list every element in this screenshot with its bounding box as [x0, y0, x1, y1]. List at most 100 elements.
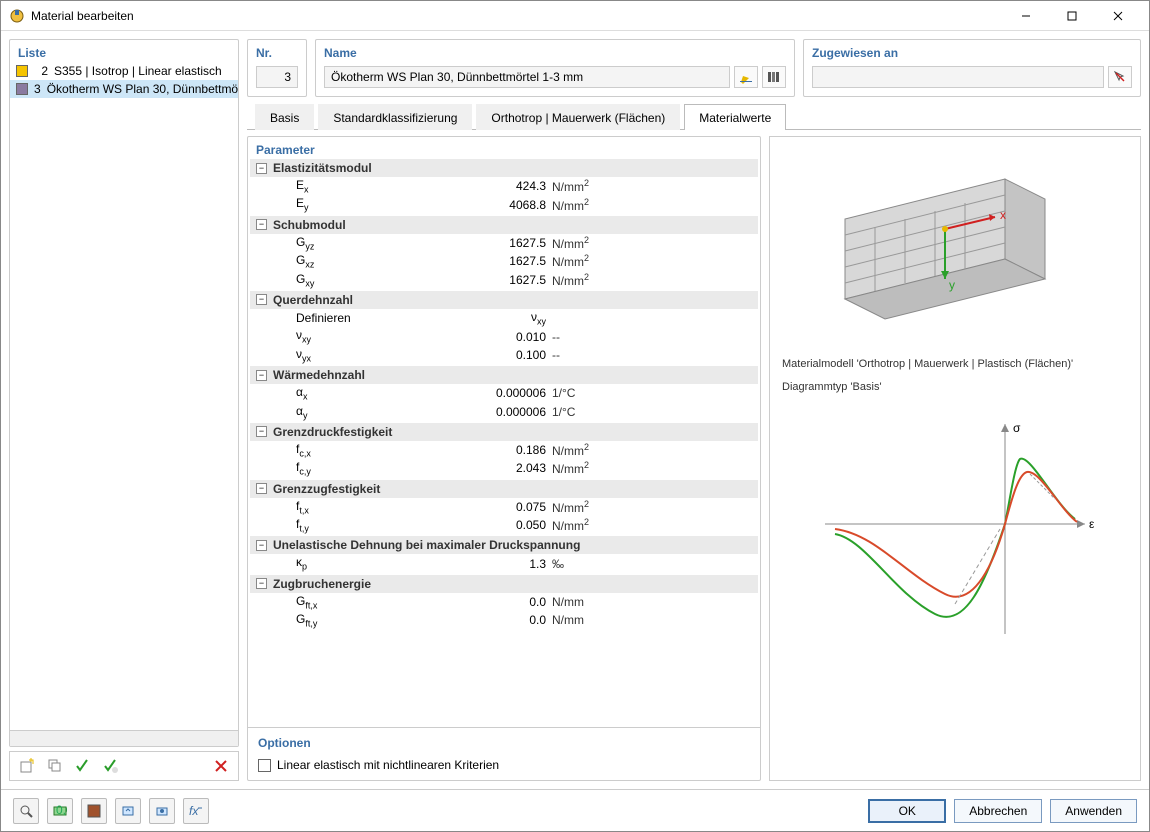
param-group-header[interactable]: −Wärmedehnzahl: [250, 366, 758, 384]
group-name: Grenzdruckfestigkeit: [273, 425, 392, 439]
param-row[interactable]: Gyz1627.5N/mm2: [250, 234, 758, 252]
collapse-icon[interactable]: −: [256, 426, 267, 437]
param-group-header[interactable]: −Zugbruchenergie: [250, 575, 758, 593]
check-b-icon[interactable]: [100, 755, 122, 777]
param-row[interactable]: Gft,x0.0N/mm: [250, 593, 758, 611]
tool-color-icon[interactable]: [81, 798, 107, 824]
param-group-header[interactable]: −Grenzdruckfestigkeit: [250, 423, 758, 441]
pick-assigned-icon[interactable]: [1108, 66, 1132, 88]
tab-standardklassifizierung[interactable]: Standardklassifizierung: [318, 104, 472, 130]
list-item-num: 2: [34, 64, 48, 78]
param-row[interactable]: αx0.0000061/°C: [250, 384, 758, 402]
collapse-icon[interactable]: −: [256, 370, 267, 381]
param-name: Ex: [292, 178, 442, 194]
collapse-icon[interactable]: −: [256, 483, 267, 494]
edit-name-icon[interactable]: [734, 66, 758, 88]
tool-fx-icon[interactable]: fx: [183, 798, 209, 824]
close-button[interactable]: [1095, 1, 1141, 31]
ok-button[interactable]: OK: [868, 799, 946, 823]
group-name: Elastizitätsmodul: [273, 161, 372, 175]
group-name: Zugbruchenergie: [273, 577, 371, 591]
param-value[interactable]: 0.0: [442, 595, 552, 609]
new-item-icon[interactable]: [16, 755, 38, 777]
name-field[interactable]: Ökotherm WS Plan 30, Dünnbettmörtel 1-3 …: [324, 66, 730, 88]
param-value[interactable]: 1627.5: [442, 254, 552, 268]
param-value[interactable]: 0.000006: [442, 386, 552, 400]
tab-materialwerte[interactable]: Materialwerte: [684, 104, 786, 130]
param-row[interactable]: Gft,y0.0N/mm: [250, 611, 758, 629]
library-icon[interactable]: [762, 66, 786, 88]
material-list-panel: Liste 2S355 | Isotrop | Linear elastisch…: [9, 39, 239, 747]
param-group-header[interactable]: −Unelastische Dehnung bei maximaler Druc…: [250, 536, 758, 554]
tool-units-icon[interactable]: 0,00: [47, 798, 73, 824]
param-row[interactable]: Gxy1627.5N/mm2: [250, 271, 758, 289]
list-hscrollbar[interactable]: [10, 730, 238, 746]
param-row[interactable]: ft,y0.050N/mm2: [250, 516, 758, 534]
color-swatch: [16, 65, 28, 77]
group-name: Wärmedehnzahl: [273, 368, 365, 382]
param-row[interactable]: νxy0.010--: [250, 327, 758, 345]
options-title: Optionen: [258, 736, 750, 750]
parameter-tree[interactable]: −ElastizitätsmodulEx424.3N/mm2Ey4068.8N/…: [248, 159, 760, 727]
list-item[interactable]: 2 S355 | Isotrop | Linear elastisch: [10, 62, 238, 80]
collapse-icon[interactable]: −: [256, 163, 267, 174]
param-value[interactable]: 0.186: [442, 443, 552, 457]
param-row[interactable]: Definierenνxy: [250, 309, 758, 327]
param-row[interactable]: fc,x0.186N/mm2: [250, 441, 758, 459]
assigned-field[interactable]: [812, 66, 1104, 88]
copy-item-icon[interactable]: [44, 755, 66, 777]
param-row[interactable]: αy0.0000061/°C: [250, 403, 758, 421]
param-name: Gft,y: [292, 612, 442, 628]
param-value[interactable]: 0.075: [442, 500, 552, 514]
param-group-header[interactable]: −Querdehnzahl: [250, 291, 758, 309]
nr-field[interactable]: 3: [256, 66, 298, 88]
param-row[interactable]: Gxz1627.5N/mm2: [250, 252, 758, 270]
list-item-text: S355 | Isotrop | Linear elastisch: [54, 64, 222, 78]
param-value[interactable]: 2.043: [442, 461, 552, 475]
collapse-icon[interactable]: −: [256, 540, 267, 551]
param-group-header[interactable]: −Grenzzugfestigkeit: [250, 480, 758, 498]
tab-orthotrop-mauerwerk-fl-chen-[interactable]: Orthotrop | Mauerwerk (Flächen): [476, 104, 680, 130]
param-value[interactable]: 0.000006: [442, 405, 552, 419]
minimize-button[interactable]: [1003, 1, 1049, 31]
tab-basis[interactable]: Basis: [255, 104, 314, 130]
param-value[interactable]: 0.100: [442, 348, 552, 362]
param-row[interactable]: fc,y2.043N/mm2: [250, 459, 758, 477]
param-value[interactable]: 1627.5: [442, 273, 552, 287]
param-value[interactable]: 0.010: [442, 330, 552, 344]
param-value[interactable]: 4068.8: [442, 198, 552, 212]
param-group-header[interactable]: −Schubmodul: [250, 216, 758, 234]
tabbar: BasisStandardklassifizierungOrthotrop | …: [247, 103, 1141, 130]
delete-icon[interactable]: [210, 755, 232, 777]
list-item[interactable]: 3Ökotherm WS Plan 30, Dünnbettmörtel 1-3…: [10, 80, 238, 98]
preview-panel: x y Materialmodell 'Orthotrop | Mauerwer…: [769, 136, 1141, 781]
param-value[interactable]: νxy: [442, 310, 552, 326]
name-title: Name: [316, 40, 794, 62]
param-value[interactable]: 424.3: [442, 179, 552, 193]
collapse-icon[interactable]: −: [256, 219, 267, 230]
apply-button[interactable]: Anwenden: [1050, 799, 1137, 823]
cancel-button[interactable]: Abbrechen: [954, 799, 1042, 823]
param-unit: ‰: [552, 557, 632, 571]
options-panel: Optionen Linear elastisch mit nichtlinea…: [248, 727, 760, 780]
param-value[interactable]: 0.0: [442, 613, 552, 627]
linear-elastic-checkbox[interactable]: Linear elastisch mit nichtlinearen Krite…: [258, 758, 750, 772]
param-row[interactable]: Ex424.3N/mm2: [250, 177, 758, 195]
tool-zoom-icon[interactable]: [13, 798, 39, 824]
param-row[interactable]: ft,x0.075N/mm2: [250, 498, 758, 516]
collapse-icon[interactable]: −: [256, 294, 267, 305]
material-list[interactable]: 2 S355 | Isotrop | Linear elastisch 3Ökoth…: [10, 62, 238, 730]
param-value[interactable]: 0.050: [442, 518, 552, 532]
param-row[interactable]: κp1.3‰: [250, 554, 758, 572]
param-row[interactable]: Ey4068.8N/mm2: [250, 195, 758, 213]
param-value[interactable]: 1627.5: [442, 236, 552, 250]
collapse-icon[interactable]: −: [256, 578, 267, 589]
tool-sync-icon[interactable]: [115, 798, 141, 824]
param-row[interactable]: νyx0.100--: [250, 346, 758, 364]
maximize-button[interactable]: [1049, 1, 1095, 31]
check-a-icon[interactable]: [72, 755, 94, 777]
param-name: fc,x: [292, 442, 442, 458]
tool-view-icon[interactable]: [149, 798, 175, 824]
param-group-header[interactable]: −Elastizitätsmodul: [250, 159, 758, 177]
param-value[interactable]: 1.3: [442, 557, 552, 571]
